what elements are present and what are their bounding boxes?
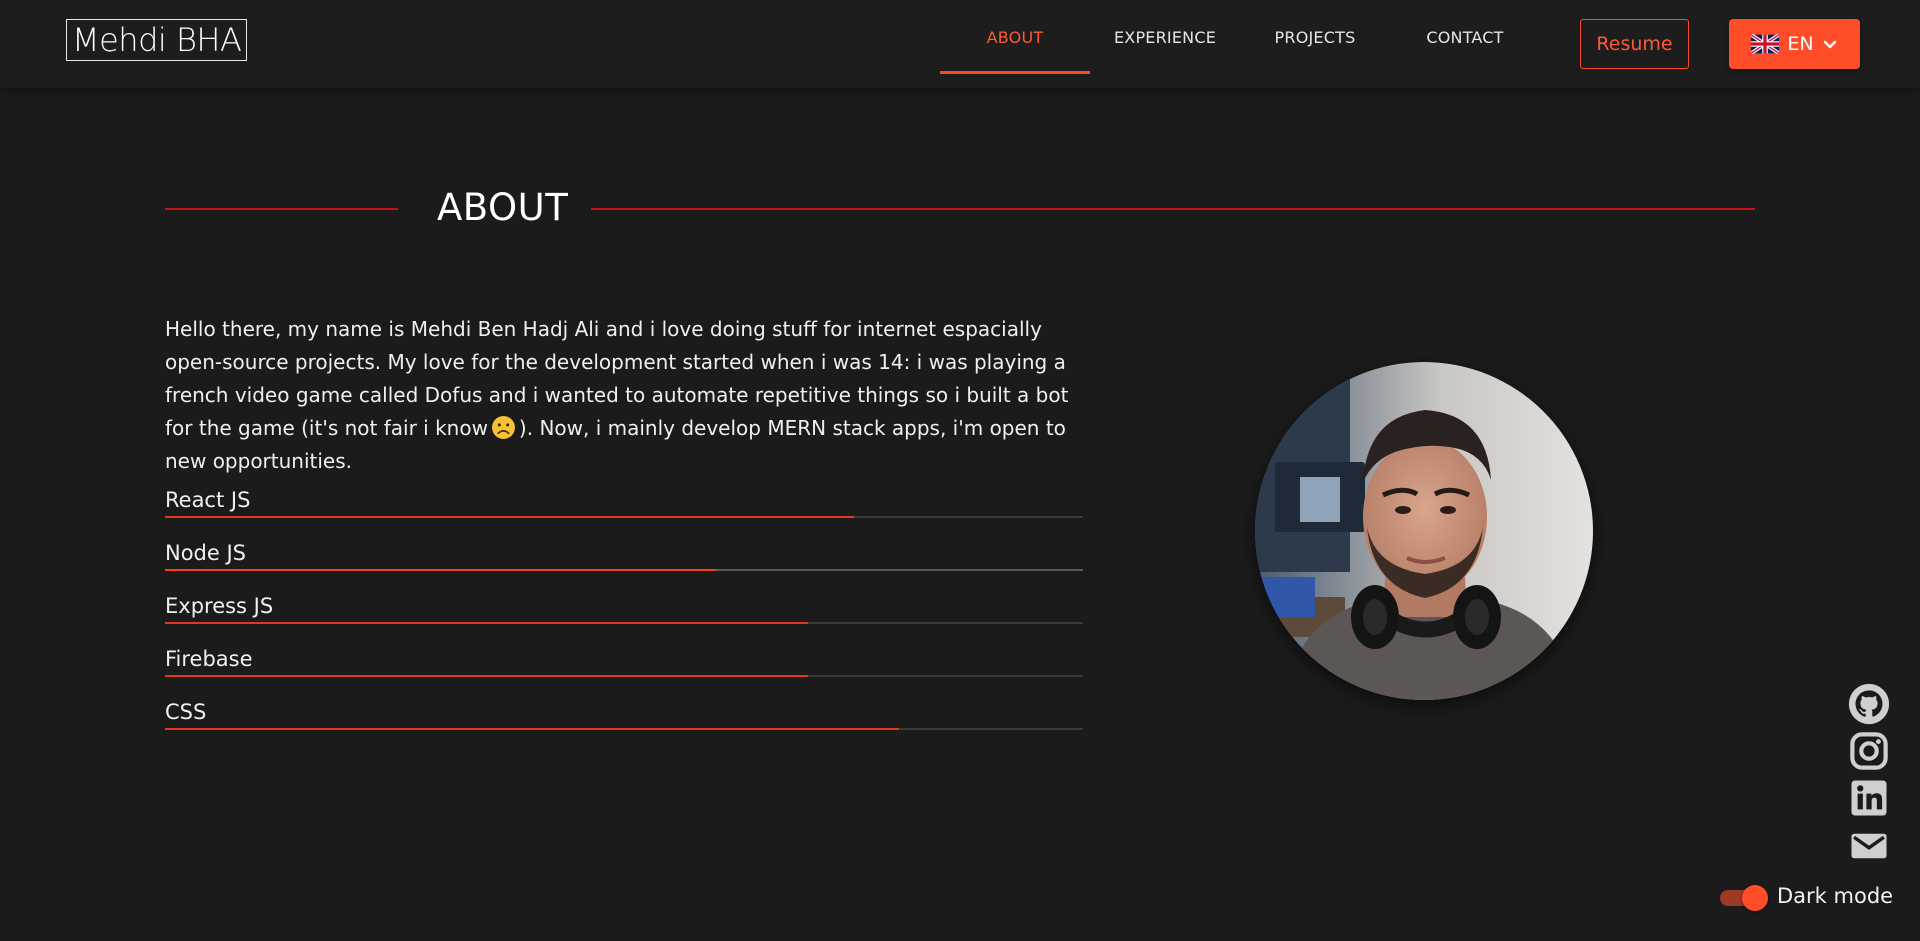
intro-paragraph: Hello there, my name is Mehdi Ben Hadj A… (165, 313, 1100, 478)
skill-name: React JS (165, 488, 251, 512)
logo[interactable]: Mehdi BHA (66, 19, 248, 61)
skill-firebase: Firebase (165, 647, 1083, 677)
title-divider-left (165, 208, 398, 210)
skill-css: CSS (165, 700, 1083, 730)
language-label: EN (1787, 33, 1814, 55)
linkedin-icon[interactable] (1848, 777, 1890, 819)
nav-link-experience[interactable]: EXPERIENCE (1090, 0, 1240, 74)
dark-mode-label: Dark mode (1777, 884, 1894, 908)
resume-button[interactable]: Resume (1580, 19, 1689, 69)
nav-link-contact[interactable]: CONTACT (1390, 0, 1540, 74)
skill-express: Express JS (165, 594, 1083, 624)
instagram-icon[interactable] (1848, 730, 1890, 772)
skill-name: Node JS (165, 541, 247, 565)
skill-bar (165, 728, 900, 730)
navbar: Mehdi BHA ABOUT EXPERIENCE PROJECTS CONT… (0, 0, 1920, 88)
skill-bar (165, 622, 808, 624)
skill-bar (165, 675, 808, 677)
skill-name: Firebase (165, 647, 253, 671)
skill-bar (165, 516, 854, 518)
section-title: ABOUT (437, 186, 569, 229)
dark-mode-toggle[interactable] (1718, 885, 1768, 911)
github-icon[interactable] (1848, 683, 1890, 725)
profile-photo (1255, 362, 1593, 700)
skill-bar (165, 569, 716, 571)
chevron-down-icon (1823, 40, 1836, 49)
nav-link-about[interactable]: ABOUT (940, 0, 1090, 74)
language-selector[interactable]: EN (1729, 19, 1860, 69)
skill-react: React JS (165, 488, 1083, 518)
skill-name: CSS (165, 700, 207, 724)
title-divider-right (591, 208, 1755, 210)
email-icon[interactable] (1848, 825, 1890, 867)
skill-name: Express JS (165, 594, 274, 618)
uk-flag-icon (1751, 34, 1780, 54)
sad-face-emoji-icon (491, 416, 515, 439)
nav-link-projects[interactable]: PROJECTS (1240, 0, 1390, 74)
skill-node: Node JS (165, 541, 1083, 571)
